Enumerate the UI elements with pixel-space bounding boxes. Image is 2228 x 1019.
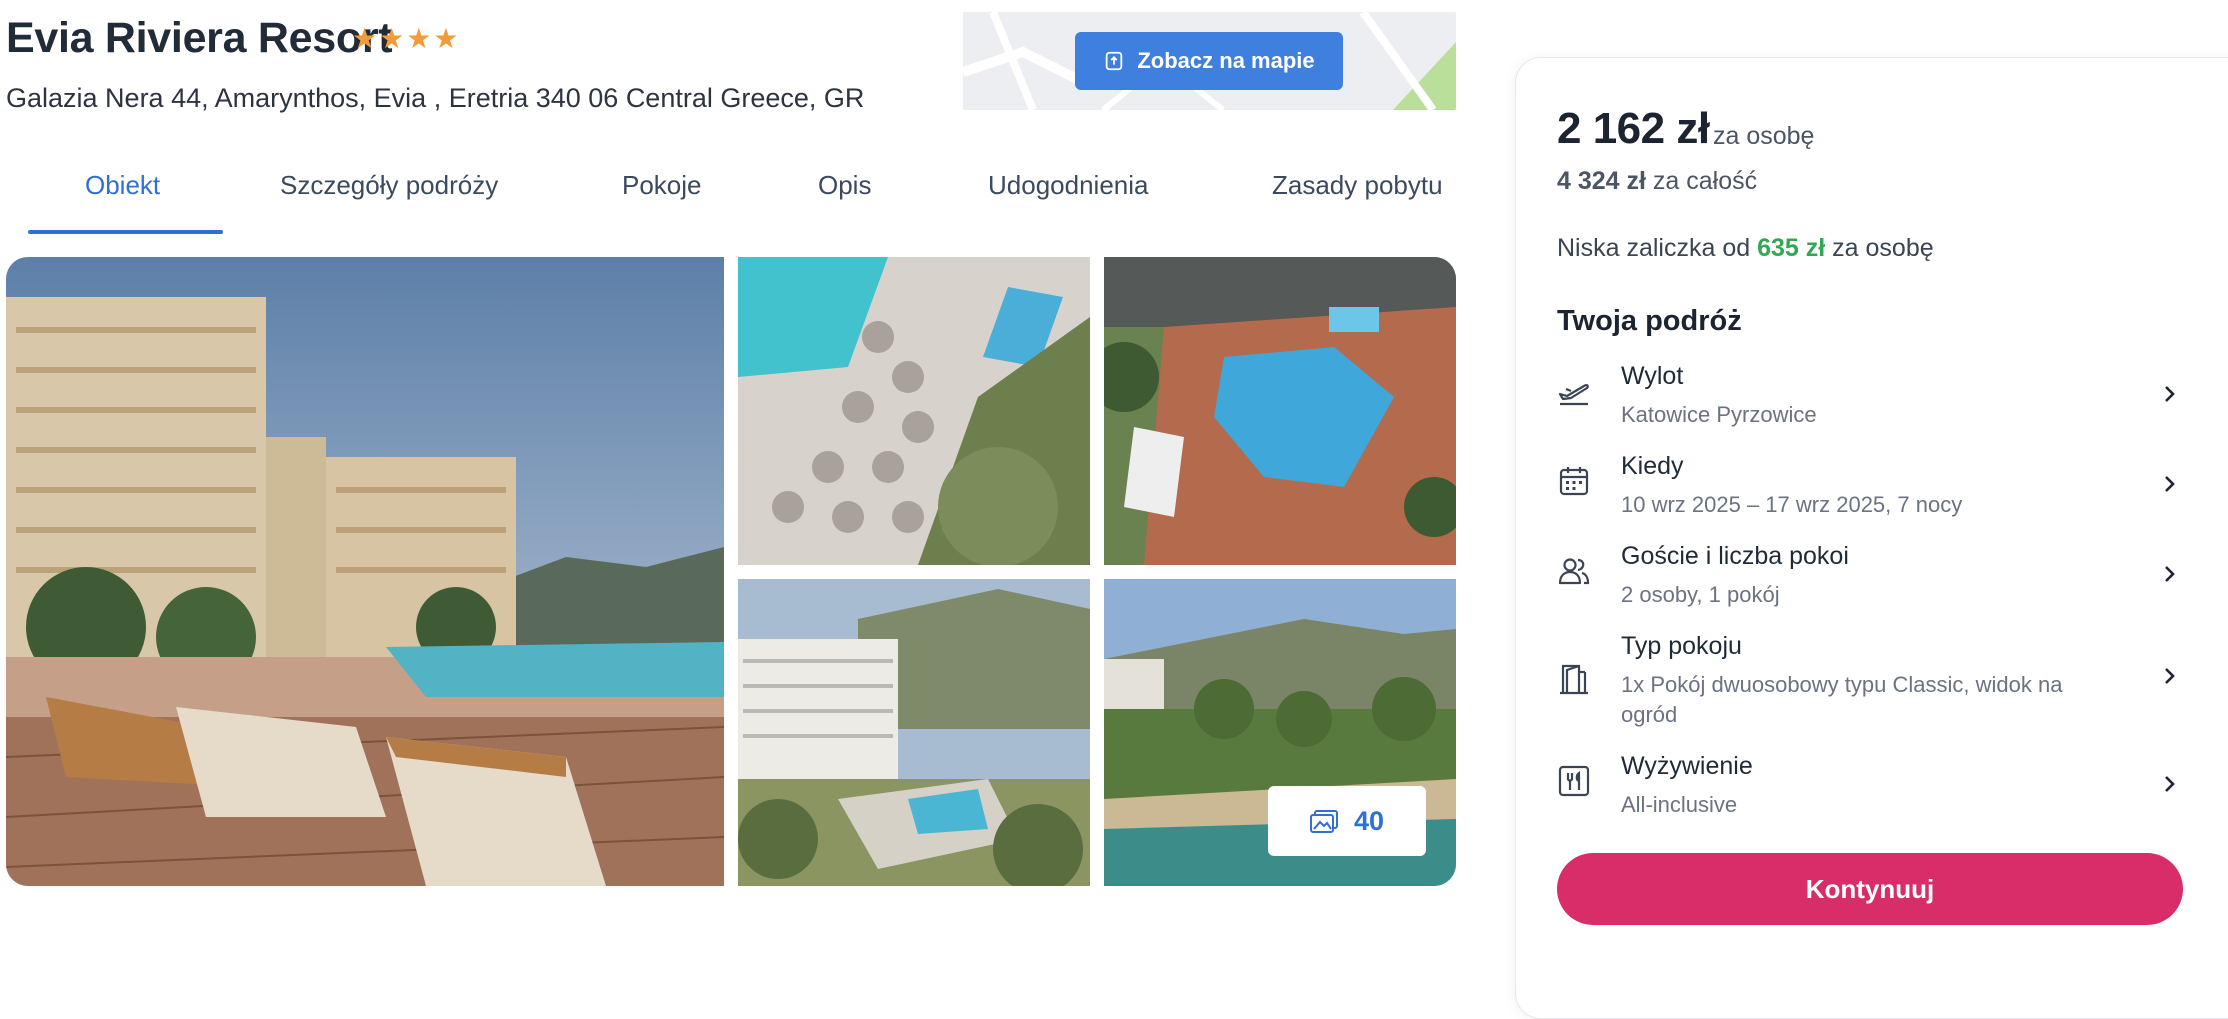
trip-row-value: 2 osoby, 1 pokój: [1621, 582, 1780, 607]
door-icon: [1560, 664, 1588, 695]
trip-row-value: 1x Pokój dwuosobowy typu Classic, widok …: [1621, 672, 2063, 727]
trip-row-label: Goście i liczba pokoi: [1621, 542, 1849, 570]
hotel-name: Evia Riviera Resort: [6, 14, 393, 62]
guests-icon: [1558, 558, 1590, 585]
star-icon: ★: [433, 23, 459, 54]
price-total-amount: 4 324 zł: [1557, 167, 1646, 195]
show-on-map-label: Zobacz na mapie: [1137, 48, 1315, 73]
gallery-photo-pool-top[interactable]: [1104, 257, 1456, 565]
trip-row-label: Typ pokoju: [1621, 632, 1742, 660]
star-rating: ★ ★ ★ ★: [352, 24, 458, 54]
price-per-person-suffix: za osobę: [1713, 122, 1815, 150]
chevron-right-icon: [2165, 476, 2175, 492]
show-on-map-button[interactable]: Zobacz na mapie: [1075, 32, 1343, 90]
tab-opis[interactable]: Opis: [818, 170, 871, 201]
trip-row-value: All-inclusive: [1621, 792, 1738, 817]
star-icon: ★: [379, 23, 405, 54]
continue-button[interactable]: Kontynuuj: [1557, 853, 2183, 925]
trip-row-value: Katowice Pyrzowice: [1621, 402, 1817, 427]
tab-pokoje[interactable]: Pokoje: [622, 170, 702, 201]
trip-row-guests[interactable]: Goście i liczba pokoi 2 osoby, 1 pokój: [1557, 542, 2181, 622]
trip-row-label: Wyżywienie: [1621, 752, 1753, 780]
gallery-photo-pool-aerial[interactable]: [738, 257, 1090, 565]
gallery-icon: [1309, 810, 1338, 833]
all-photos-button[interactable]: 40: [1268, 786, 1426, 856]
deposit-info: Niska zaliczka od 635 zł za osobę: [1557, 234, 1934, 263]
photo-count: 40: [1353, 805, 1385, 836]
trip-row-value: 10 wrz 2025 – 17 wrz 2025, 7 nocy: [1621, 492, 1963, 517]
trip-summary-title: Twoja podróż: [1557, 305, 1742, 337]
chevron-right-icon: [2165, 386, 2175, 402]
trip-row-dates[interactable]: Kiedy 10 wrz 2025 – 17 wrz 2025, 7 nocy: [1557, 452, 2181, 532]
trip-row-label: Kiedy: [1621, 452, 1684, 480]
plane-departure-icon: [1558, 384, 1589, 406]
calendar-icon: [1559, 467, 1589, 496]
tab-udogodnienia[interactable]: Udogodnienia: [988, 170, 1148, 201]
trip-row-room-type[interactable]: Typ pokoju 1x Pokój dwuosobowy typu Clas…: [1557, 632, 2181, 732]
price-total: 4 324 zł za całość: [1557, 167, 1757, 196]
price-per-person: 2 162 zł: [1557, 104, 1710, 153]
trip-row-departure[interactable]: Wylot Katowice Pyrzowice: [1557, 362, 2181, 442]
deposit-suffix: za osobę: [1832, 234, 1934, 262]
gallery-main-photo[interactable]: [6, 257, 724, 886]
deposit-prefix: Niska zaliczka od: [1557, 234, 1751, 262]
gallery-photo-hotel-building[interactable]: [738, 579, 1090, 886]
chevron-right-icon: [2165, 668, 2175, 684]
trip-row-label: Wylot: [1621, 362, 1684, 390]
deposit-amount: 635 zł: [1757, 234, 1826, 262]
chevron-right-icon: [2165, 566, 2175, 582]
trip-row-board[interactable]: Wyżywienie All-inclusive: [1557, 752, 2181, 832]
chevron-right-icon: [2165, 776, 2175, 792]
hotel-address: Galazia Nera 44, Amarynthos, Evia , Eret…: [6, 83, 865, 113]
section-tabs: Obiekt Szczegóły podróży Pokoje Opis Udo…: [0, 150, 1456, 236]
tab-zasady-pobytu[interactable]: Zasady pobytu: [1272, 170, 1443, 201]
map-pin-icon: [1106, 51, 1123, 71]
cutlery-icon: [1558, 765, 1590, 797]
active-tab-indicator: [28, 230, 223, 234]
star-icon: ★: [352, 23, 378, 54]
star-icon: ★: [406, 23, 432, 54]
price-total-suffix: za całość: [1652, 167, 1758, 195]
tab-obiekt[interactable]: Obiekt: [85, 170, 160, 201]
tab-szczegoly-podrozy[interactable]: Szczegóły podróży: [280, 170, 498, 201]
